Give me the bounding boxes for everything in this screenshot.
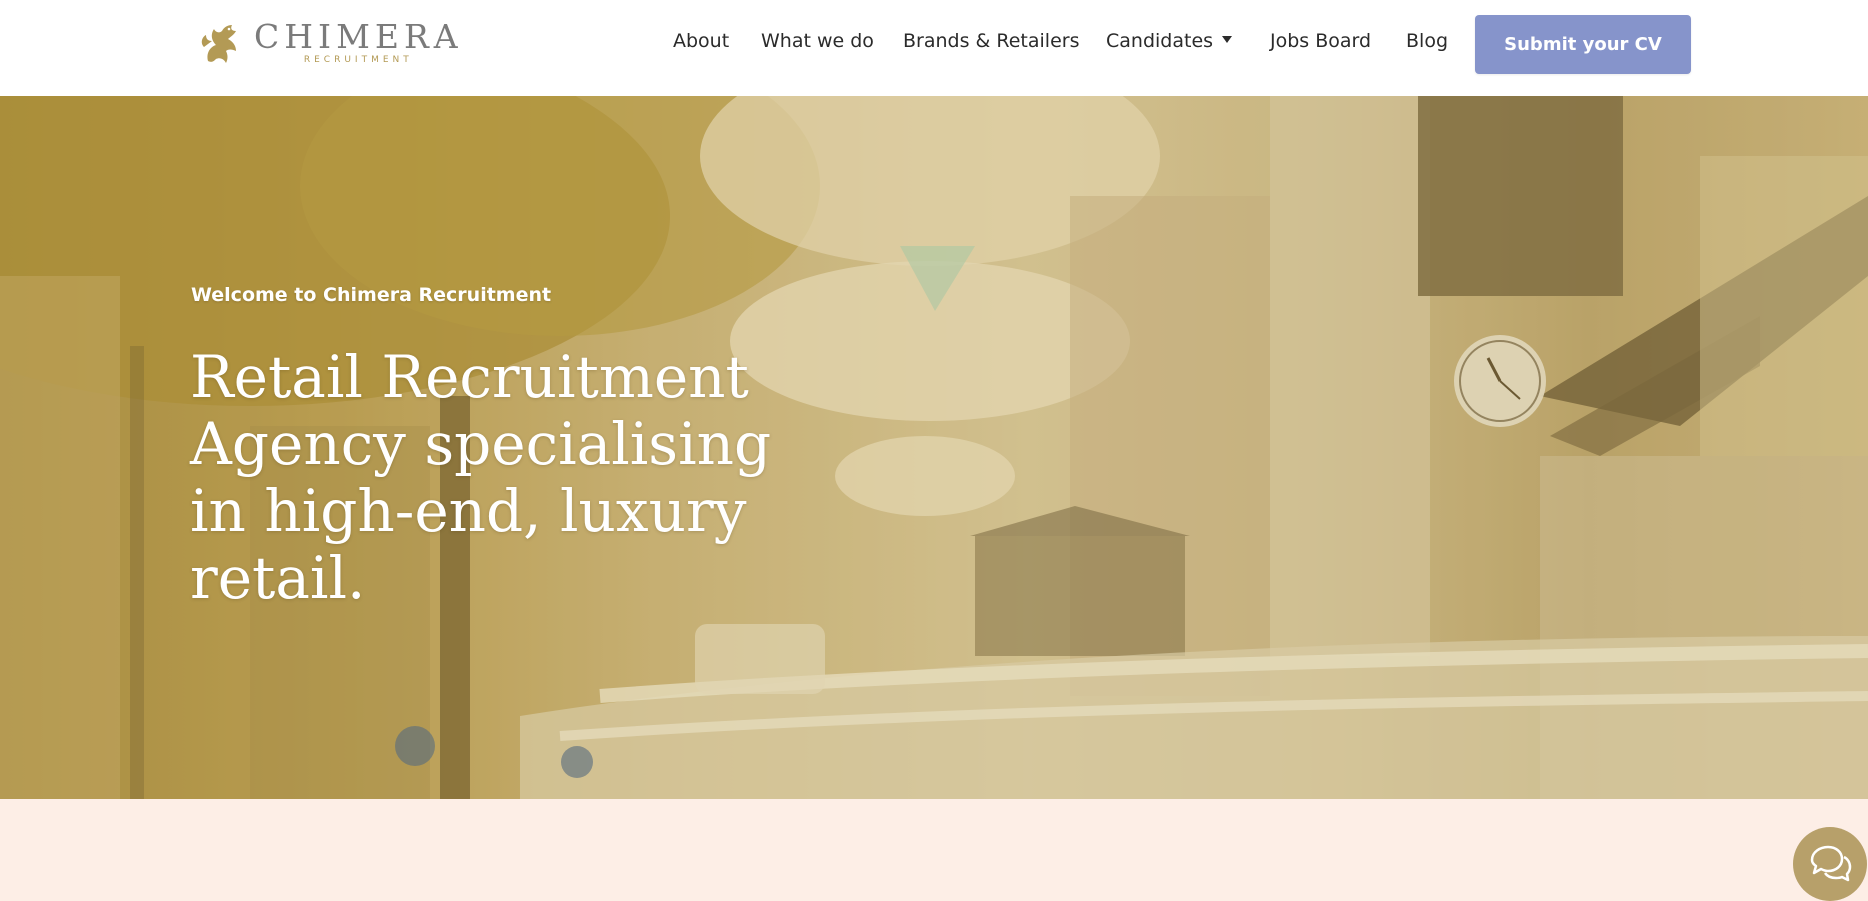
logo-sub-text: RECRUITMENT — [303, 54, 413, 65]
hero-banner: Welcome to Chimera Recruitment Retail Re… — [0, 96, 1868, 799]
nav-blog[interactable]: Blog — [1406, 30, 1448, 52]
caret-down-icon — [1222, 36, 1233, 43]
submit-cv-button[interactable]: Submit your CV — [1475, 15, 1691, 74]
griffin-logo-icon — [201, 25, 236, 63]
chat-bubbles-icon — [1810, 845, 1852, 882]
hero-eyebrow: Welcome to Chimera Recruitment — [191, 284, 552, 306]
hero-headline-line-1: Retail Recruitment — [190, 343, 749, 411]
hero-headline-line-4: retail. — [190, 544, 366, 612]
nav-candidates[interactable]: Candidates — [1106, 30, 1233, 52]
hero-headline: Retail Recruitment Agency specialising i… — [190, 344, 790, 612]
hero-headline-line-2: Agency specialising — [190, 410, 772, 478]
site-header: CHIMERA RECRUITMENT About What we do Bra… — [0, 0, 1868, 96]
nav-brands-retailers[interactable]: Brands & Retailers — [903, 30, 1079, 52]
hero-headline-line-3: in high-end, luxury — [190, 477, 747, 545]
logo-wordmark: CHIMERA RECRUITMENT — [254, 20, 463, 65]
nav-jobs-board[interactable]: Jobs Board — [1270, 30, 1371, 52]
next-section — [0, 799, 1868, 895]
chat-widget-button[interactable] — [1793, 827, 1867, 901]
logo-main-text: CHIMERA — [254, 16, 463, 56]
nav-candidates-label: Candidates — [1106, 30, 1214, 52]
nav-what-we-do[interactable]: What we do — [761, 30, 874, 52]
logo[interactable]: CHIMERA RECRUITMENT — [198, 16, 463, 68]
nav-about[interactable]: About — [673, 30, 729, 52]
